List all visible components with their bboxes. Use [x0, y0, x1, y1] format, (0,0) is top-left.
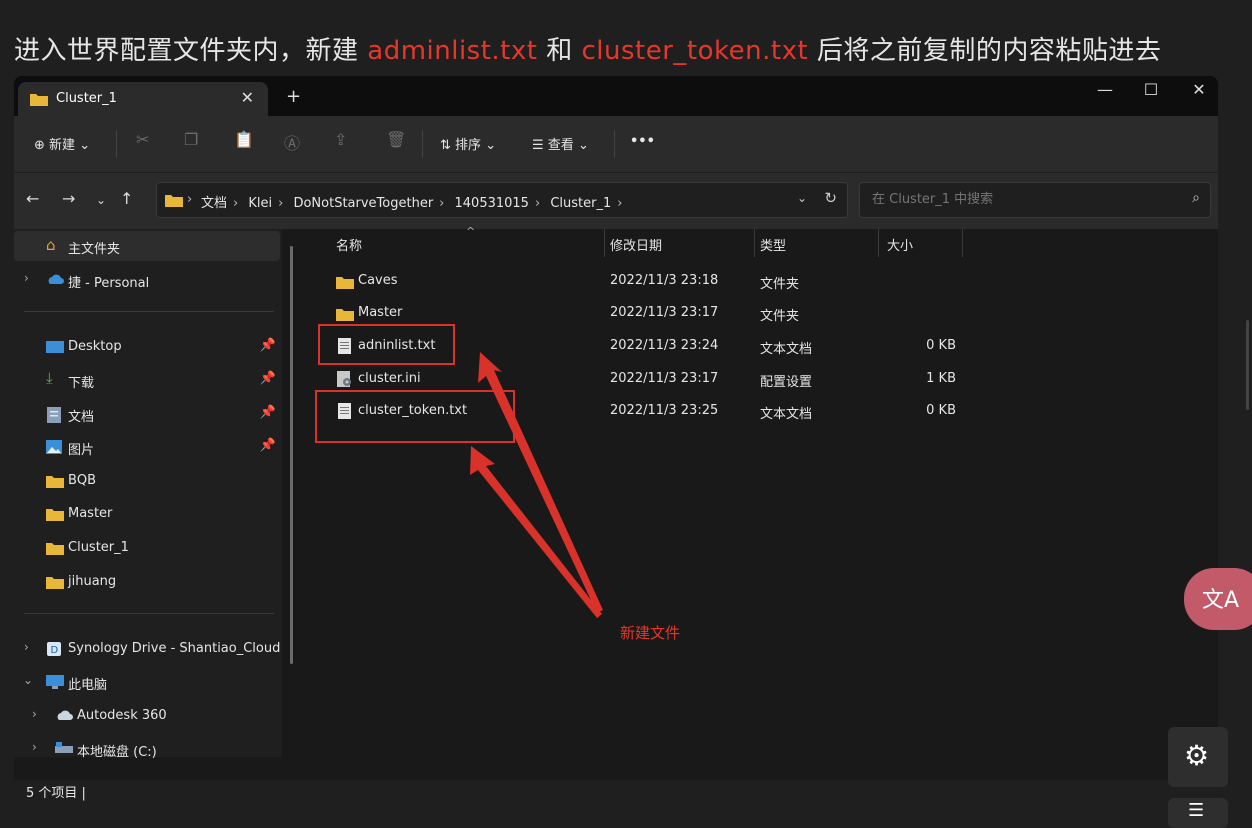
- annotation-label: 新建文件: [620, 624, 681, 642]
- annotation-arrows: [470, 352, 603, 618]
- page-scrollbar[interactable]: [1246, 320, 1249, 410]
- translate-icon: 文A: [1202, 588, 1240, 613]
- list-icon: ☰: [1188, 800, 1205, 821]
- gear-icon: ⚙: [1184, 739, 1210, 772]
- translate-button[interactable]: 文A: [1184, 568, 1252, 630]
- list-button[interactable]: ☰: [1168, 798, 1228, 828]
- settings-button[interactable]: ⚙: [1168, 727, 1228, 787]
